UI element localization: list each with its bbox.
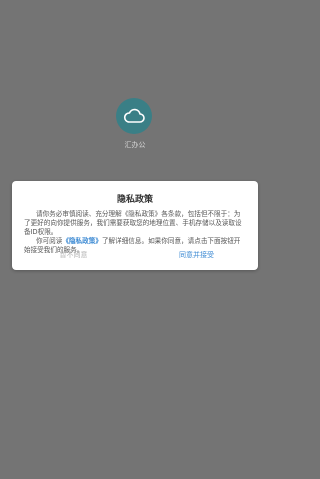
app-logo <box>116 98 152 134</box>
privacy-policy-link[interactable]: 《隐私政策》 <box>62 237 102 245</box>
paragraph-2-prefix: 你可阅读 <box>36 237 63 245</box>
privacy-dialog: 隐私政策 请你务必审慎阅读、充分理解《隐私政策》各条款，包括但不限于：为了更好的… <box>12 181 258 270</box>
app-name: 汇办公 <box>124 141 146 149</box>
disagree-button[interactable]: 暂不同意 <box>12 246 135 264</box>
dialog-title: 隐私政策 <box>116 195 153 205</box>
dialog-paragraph-1: 请你务必审慎阅读、充分理解《隐私政策》各条款，包括但不限于：为了更好的向你提供服… <box>24 210 242 236</box>
cloud-icon <box>123 108 145 123</box>
agree-button[interactable]: 同意并接受 <box>135 246 258 264</box>
dialog-actions: 暂不同意 同意并接受 <box>12 246 258 264</box>
